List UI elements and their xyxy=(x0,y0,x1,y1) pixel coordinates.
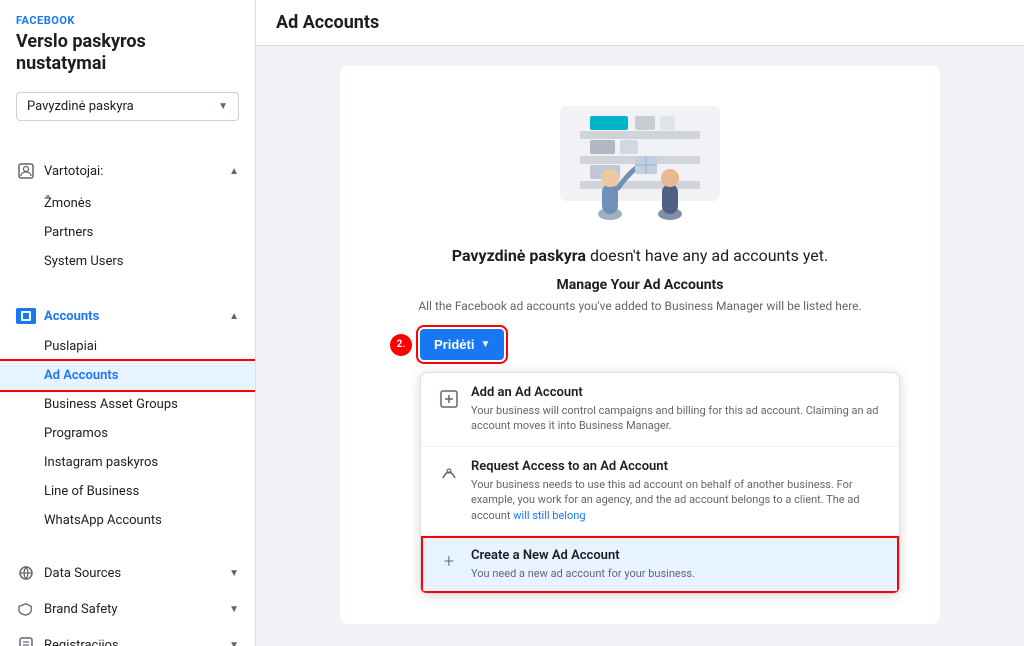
registracijos-icon xyxy=(16,635,36,646)
empty-state-text: Pavyzdinė paskyra doesn't have any ad ac… xyxy=(380,246,900,265)
accounts-label: Accounts xyxy=(44,309,99,324)
sidebar-item-programos[interactable]: Programos xyxy=(0,419,255,448)
dropdown-item-add[interactable]: Add an Ad Account Your business will con… xyxy=(421,373,899,447)
brand-safety-icon xyxy=(16,599,36,619)
step2-label: 2. xyxy=(390,334,412,356)
accounts-section: Accounts ▲ Puslapiai 1. Ad Accounts Busi… xyxy=(0,296,255,539)
create-account-icon: + xyxy=(437,550,461,574)
request-access-icon xyxy=(437,461,461,485)
accounts-section-header[interactable]: Accounts ▲ xyxy=(0,300,255,332)
sidebar: FACEBOOK Verslo paskyros nustatymai Pavy… xyxy=(0,0,256,646)
dropdown-item-create[interactable]: 3. + Create a New Ad Account You need a … xyxy=(421,536,899,593)
brand-safety-chevron-icon: ▼ xyxy=(229,604,239,615)
accounts-icon xyxy=(16,308,36,324)
data-sources-label: Data Sources xyxy=(44,566,121,581)
create-account-title: Create a New Ad Account xyxy=(471,548,883,563)
manage-title: Manage Your Ad Accounts xyxy=(380,277,900,293)
add-account-content: Add an Ad Account Your business will con… xyxy=(471,385,883,434)
content-card: Pavyzdinė paskyra doesn't have any ad ac… xyxy=(340,66,940,624)
account-dropdown[interactable]: Pavyzdinė paskyra ▼ xyxy=(16,92,239,121)
sidebar-item-whatsapp[interactable]: WhatsApp Accounts xyxy=(0,506,255,535)
registracijos-chevron-icon: ▼ xyxy=(229,640,239,646)
sidebar-item-instagram[interactable]: Instagram paskyros xyxy=(0,448,255,477)
users-section: Vartotojai: ▲ Žmonės Partners System Use… xyxy=(0,149,255,280)
add-account-title: Add an Ad Account xyxy=(471,385,883,400)
registracijos-header[interactable]: Registracijos ▼ xyxy=(0,627,255,646)
create-account-desc: You need a new ad account for your busin… xyxy=(471,566,883,581)
registracijos-label: Registracijos xyxy=(44,638,119,646)
request-access-content: Request Access to an Ad Account Your bus… xyxy=(471,459,883,523)
sidebar-item-zmoness[interactable]: Žmonės xyxy=(0,189,255,218)
users-label: Vartotojai: xyxy=(44,164,103,179)
dropdown-item-request[interactable]: Request Access to an Ad Account Your bus… xyxy=(421,447,899,536)
request-access-title: Request Access to an Ad Account xyxy=(471,459,883,474)
prideti-button[interactable]: Pridėti ▼ xyxy=(420,329,504,360)
data-sources-header[interactable]: Data Sources ▼ xyxy=(0,555,255,591)
accounts-chevron-icon: ▲ xyxy=(229,311,239,322)
request-access-desc: Your business needs to use this ad accou… xyxy=(471,477,883,523)
main-header: Ad Accounts xyxy=(256,0,1024,46)
main-scrollable: Pavyzdinė paskyra doesn't have any ad ac… xyxy=(256,46,1024,646)
main-content: Ad Accounts xyxy=(256,0,1024,646)
facebook-label: FACEBOOK xyxy=(16,14,239,27)
data-sources-icon xyxy=(16,563,36,583)
dropdown-value: Pavyzdinė paskyra xyxy=(27,99,134,114)
illustration xyxy=(530,96,750,226)
data-sources-chevron-icon: ▼ xyxy=(229,568,239,579)
sidebar-item-business-asset-groups[interactable]: Business Asset Groups xyxy=(0,390,255,419)
sidebar-item-partners[interactable]: Partners xyxy=(0,218,255,247)
brand-safety-header[interactable]: Brand Safety ▼ xyxy=(0,591,255,627)
create-account-content: Create a New Ad Account You need a new a… xyxy=(471,548,883,581)
manage-subtitle: All the Facebook ad accounts you've adde… xyxy=(380,299,900,313)
dropdown-arrow-icon: ▼ xyxy=(480,339,490,350)
page-title: Ad Accounts xyxy=(276,12,1004,33)
sidebar-header: FACEBOOK Verslo paskyros nustatymai xyxy=(0,0,255,80)
chevron-down-icon: ▼ xyxy=(218,101,228,112)
sidebar-item-system-users[interactable]: System Users xyxy=(0,247,255,276)
sidebar-item-line-of-business[interactable]: Line of Business xyxy=(0,477,255,506)
ad-accounts-outline: 1. Ad Accounts xyxy=(0,361,255,390)
users-section-header[interactable]: Vartotojai: ▲ xyxy=(0,153,255,189)
sidebar-item-puslapiai[interactable]: Puslapiai xyxy=(0,332,255,361)
brand-safety-label: Brand Safety xyxy=(44,602,118,617)
sidebar-title: Verslo paskyros nustatymai xyxy=(16,31,239,74)
sidebar-item-ad-accounts[interactable]: Ad Accounts xyxy=(0,361,255,390)
prideti-section: 2. Pridėti ▼ xyxy=(420,329,900,360)
add-account-desc: Your business will control campaigns and… xyxy=(471,403,883,434)
users-icon xyxy=(16,161,36,181)
dropdown-menu: Add an Ad Account Your business will con… xyxy=(420,372,900,594)
add-account-icon xyxy=(437,387,461,411)
users-chevron-icon: ▲ xyxy=(229,166,239,177)
